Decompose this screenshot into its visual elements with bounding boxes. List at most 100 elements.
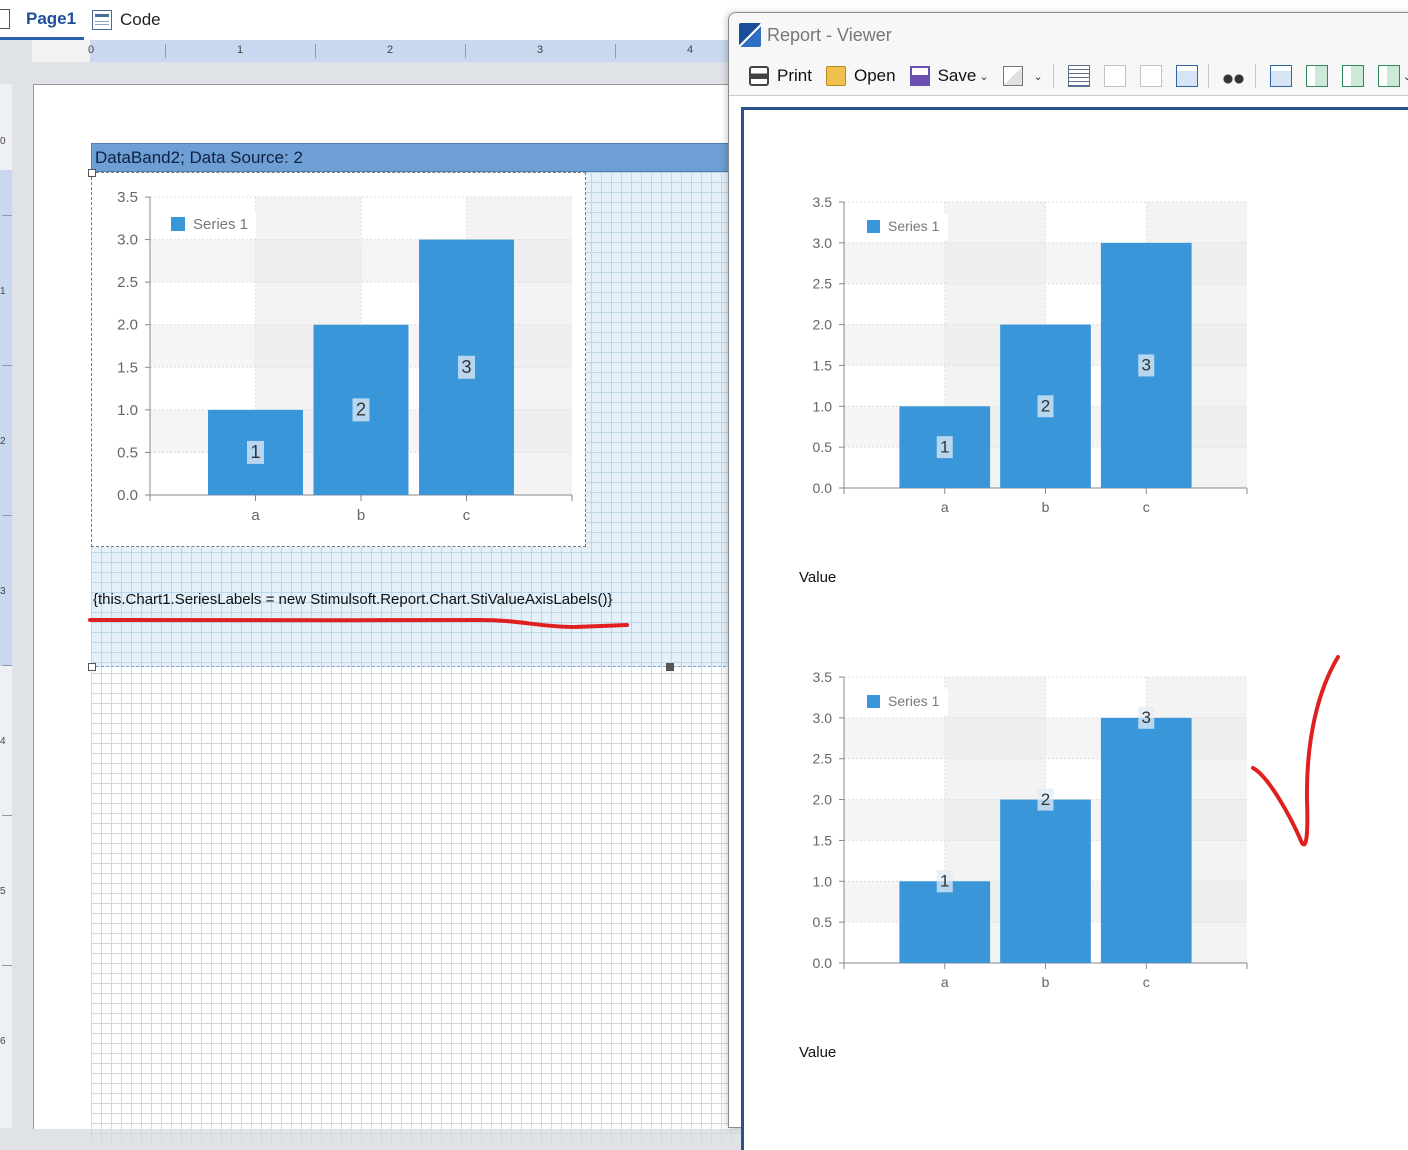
legend-label: Series 1 <box>888 218 940 234</box>
continuous-view-icon[interactable] <box>1305 65 1328 87</box>
horizontal-ruler: 0 1 2 3 4 <box>32 40 740 62</box>
selection-handle[interactable] <box>666 663 674 671</box>
y-tick-label: 3.5 <box>117 189 138 206</box>
multi-page-view-icon[interactable] <box>1377 65 1400 87</box>
two-page-view-icon[interactable] <box>1341 65 1364 87</box>
value-label: Value <box>799 569 837 586</box>
y-tick-label: 0.0 <box>813 955 833 971</box>
copy-icon[interactable] <box>1139 65 1162 87</box>
tab-page1-label: Page1 <box>26 8 77 28</box>
bar <box>1100 717 1192 963</box>
ruler-tick <box>2 515 12 516</box>
bar <box>899 881 991 963</box>
printer-icon <box>749 66 769 86</box>
tab-code-label: Code <box>120 10 161 29</box>
data-label: 1 <box>940 872 949 891</box>
find-binoculars-icon[interactable] <box>1222 67 1245 85</box>
stimulsoft-logo-icon <box>739 23 761 47</box>
ruler-number: 4 <box>687 44 694 56</box>
x-tick-label: b <box>1042 499 1050 515</box>
tab-page1[interactable]: Page1 <box>0 0 84 40</box>
y-tick-label: 3.0 <box>813 710 833 726</box>
viewer-toolbar: Print Open Save ⌄ ⌄ ⌄ <box>729 57 1408 96</box>
ruler-number: 1 <box>0 286 6 297</box>
legend-swatch <box>171 217 185 231</box>
page-icon <box>0 9 10 29</box>
ruler-tick <box>2 215 12 216</box>
ruler-tick <box>615 44 616 58</box>
legend-swatch <box>867 220 880 233</box>
ruler-tick <box>2 665 12 666</box>
chart-component[interactable]: 0.0 0.5 1.0 1.5 2.0 2.5 3.0 3.5 a 1 b 2 c 3 Series 1 <box>91 172 586 547</box>
send-icon <box>1002 66 1023 86</box>
ruler-number: 3 <box>537 44 544 56</box>
expression-text-component[interactable]: {this.Chart1.SeriesLabels = new Stimulso… <box>91 591 673 615</box>
help-icon[interactable] <box>1103 65 1126 87</box>
ruler-number: 6 <box>0 1036 6 1047</box>
ruler-tick <box>2 365 12 366</box>
y-tick-label: 1.5 <box>117 359 138 376</box>
y-tick-label: 2.5 <box>813 276 833 292</box>
vertical-ruler: 0 1 2 3 4 5 6 <box>0 84 12 1128</box>
viewer-titlebar: Report - Viewer <box>729 13 1408 57</box>
y-tick-label: 1.0 <box>813 398 833 414</box>
y-tick-label: 1.0 <box>117 402 138 419</box>
send-email-button[interactable]: ⌄ <box>1002 66 1043 86</box>
y-tick-label: 1.0 <box>813 873 833 889</box>
tab-code[interactable]: Code <box>92 0 161 40</box>
open-button-label: Open <box>853 66 896 85</box>
ruler-number: 0 <box>88 44 95 56</box>
y-tick-label: 1.5 <box>813 832 833 848</box>
single-page-view-icon[interactable] <box>1269 65 1292 87</box>
open-button[interactable]: Open <box>825 66 896 86</box>
selection-handle[interactable] <box>88 169 96 177</box>
report-viewer-window: Report - Viewer Print Open Save ⌄ ⌄ ⌄ 0.… <box>728 12 1408 1150</box>
save-icon <box>909 66 930 86</box>
y-tick-label: 2.0 <box>813 792 833 808</box>
viewer-title: Report - Viewer <box>767 24 892 45</box>
ruler-active-range <box>90 40 740 62</box>
data-band-header[interactable]: DataBand2; Data Source: 2 <box>91 143 741 172</box>
ruler-tick <box>315 44 316 58</box>
toolbar-separator <box>1052 64 1054 88</box>
bookmarks-icon[interactable] <box>1067 65 1090 87</box>
ruler-number: 0 <box>0 136 6 147</box>
toolbar-separator <box>1254 64 1256 88</box>
viewer-chart-1: 0.0 0.5 1.0 1.5 2.0 2.5 3.0 3.5 a 1 b 2 c 3 Series 1 <box>813 194 1248 515</box>
ruler-tick <box>2 815 12 816</box>
chevron-down-icon[interactable]: ⌄ <box>979 70 988 83</box>
save-button-label: Save <box>937 66 977 85</box>
viewer-report-page: 0.0 0.5 1.0 1.5 2.0 2.5 3.0 3.5 a 1 b 2 c 3 Series 1 V… <box>741 107 1408 1150</box>
y-tick-label: 2.5 <box>117 274 138 291</box>
y-tick-label: 1.5 <box>813 357 833 373</box>
chevron-down-icon[interactable]: ⌄ <box>1403 70 1408 83</box>
page-setup-icon[interactable] <box>1175 65 1198 87</box>
y-tick-label: 3.5 <box>813 194 833 210</box>
y-tick-label: 2.0 <box>117 317 138 334</box>
data-label: 3 <box>1142 356 1151 375</box>
print-button[interactable]: Print <box>749 66 812 86</box>
bar <box>1000 799 1091 963</box>
data-label: 1 <box>250 442 260 462</box>
data-label: 2 <box>1041 790 1050 809</box>
y-tick-label: 2.0 <box>813 317 833 333</box>
viewer-chart-2: 0.0 0.5 1.0 1.5 2.0 2.5 3.0 3.5 a 1 b 2 c 3 Series 1 <box>813 669 1248 990</box>
save-button[interactable]: Save ⌄ <box>909 66 989 86</box>
x-tick-label: a <box>251 507 260 524</box>
print-button-label: Print <box>777 66 812 85</box>
ruler-number: 1 <box>237 44 244 56</box>
y-tick-label: 0.0 <box>813 480 833 496</box>
report-design-page[interactable]: DataBand2; Data Source: 2 0.0 0.5 1.0 1.5 2.… <box>33 84 741 1143</box>
selection-handle[interactable] <box>88 663 96 671</box>
chevron-down-icon[interactable]: ⌄ <box>1034 70 1043 83</box>
value-label: Value <box>799 1044 837 1061</box>
x-tick-label: a <box>941 499 949 515</box>
x-tick-label: b <box>357 507 365 524</box>
ruler-number: 4 <box>0 736 6 747</box>
legend-label: Series 1 <box>193 216 248 233</box>
ruler-tick <box>165 44 166 58</box>
x-tick-label: a <box>941 974 949 990</box>
ruler-number: 3 <box>0 586 6 597</box>
y-tick-label: 0.5 <box>117 444 138 461</box>
folder-open-icon <box>825 66 846 86</box>
